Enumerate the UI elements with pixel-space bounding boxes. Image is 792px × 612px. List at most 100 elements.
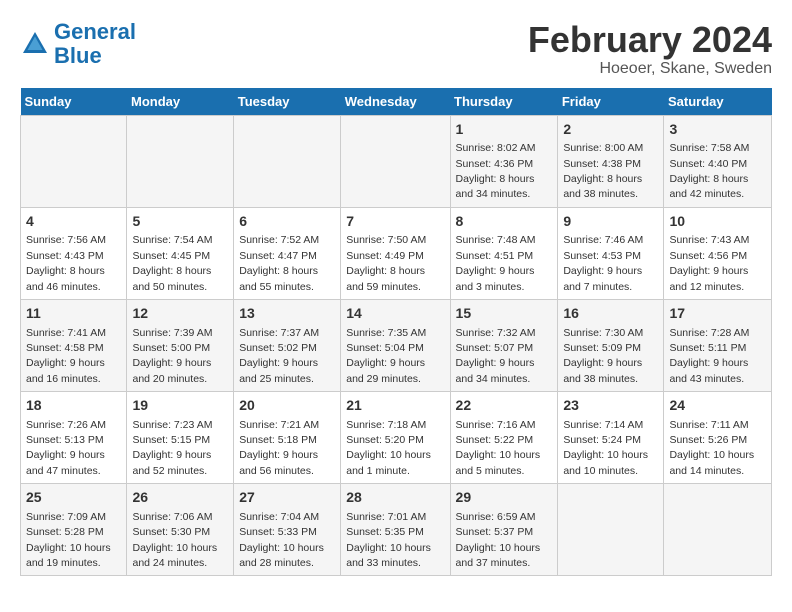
day-info: Sunrise: 7:16 AMSunset: 5:22 PMDaylight:… [456, 419, 541, 477]
calendar-cell: 20 Sunrise: 7:21 AMSunset: 5:18 PMDayligh… [234, 392, 341, 484]
day-info: Sunrise: 7:56 AMSunset: 4:43 PMDaylight:… [26, 234, 106, 292]
day-number: 11 [26, 304, 121, 324]
day-info: Sunrise: 7:06 AMSunset: 5:30 PMDaylight:… [132, 511, 217, 569]
day-info: Sunrise: 7:50 AMSunset: 4:49 PMDaylight:… [346, 234, 426, 292]
day-number: 7 [346, 212, 444, 232]
day-number: 17 [669, 304, 766, 324]
day-number: 26 [132, 488, 228, 508]
day-number: 28 [346, 488, 444, 508]
calendar-cell: 26 Sunrise: 7:06 AMSunset: 5:30 PMDayligh… [127, 484, 234, 576]
calendar-cell: 24Sunrise: 7:11 AMSunset: 5:26 PMDayligh… [664, 392, 772, 484]
day-info: Sunrise: 8:00 AMSunset: 4:38 PMDaylight:… [563, 142, 643, 200]
logo-text: General Blue [54, 20, 136, 68]
weekday-header: Sunday [21, 88, 127, 116]
day-info: Sunrise: 7:23 AMSunset: 5:15 PMDaylight:… [132, 419, 212, 477]
page-title: February 2024 [528, 20, 772, 60]
day-number: 14 [346, 304, 444, 324]
day-info: Sunrise: 7:14 AMSunset: 5:24 PMDaylight:… [563, 419, 648, 477]
page-subtitle: Hoeoer, Skane, Sweden [528, 60, 772, 78]
calendar-cell: 29 Sunrise: 6:59 AMSunset: 5:37 PMDayligh… [450, 484, 558, 576]
calendar-cell: 8Sunrise: 7:48 AMSunset: 4:51 PMDaylight… [450, 207, 558, 299]
calendar-cell [341, 115, 450, 207]
calendar-cell [234, 115, 341, 207]
day-number: 15 [456, 304, 553, 324]
logo-icon [20, 29, 50, 59]
day-number: 18 [26, 396, 121, 416]
calendar-cell: 2Sunrise: 8:00 AMSunset: 4:38 PMDaylight… [558, 115, 664, 207]
calendar-week-row: 18 Sunrise: 7:26 AMSunset: 5:13 PMDayligh… [21, 392, 772, 484]
weekday-header: Tuesday [234, 88, 341, 116]
day-number: 3 [669, 120, 766, 140]
day-info: Sunrise: 7:11 AMSunset: 5:26 PMDaylight:… [669, 419, 754, 477]
calendar-cell [558, 484, 664, 576]
weekday-header: Friday [558, 88, 664, 116]
calendar-cell: 28 Sunrise: 7:01 AMSunset: 5:35 PMDayligh… [341, 484, 450, 576]
day-number: 10 [669, 212, 766, 232]
calendar-cell: 9Sunrise: 7:46 AMSunset: 4:53 PMDaylight… [558, 207, 664, 299]
calendar-cell: 17 Sunrise: 7:28 AMSunset: 5:11 PMDayligh… [664, 299, 772, 391]
day-info: Sunrise: 7:54 AMSunset: 4:45 PMDaylight:… [132, 234, 212, 292]
calendar-cell: 14 Sunrise: 7:35 AMSunset: 5:04 PMDayligh… [341, 299, 450, 391]
day-number: 20 [239, 396, 335, 416]
weekday-header: Monday [127, 88, 234, 116]
calendar-cell: 7Sunrise: 7:50 AMSunset: 4:49 PMDaylight… [341, 207, 450, 299]
calendar-cell: 27 Sunrise: 7:04 AMSunset: 5:33 PMDayligh… [234, 484, 341, 576]
day-number: 21 [346, 396, 444, 416]
day-number: 4 [26, 212, 121, 232]
day-info: Sunrise: 8:02 AMSunset: 4:36 PMDaylight:… [456, 142, 536, 200]
header: General Blue February 2024 Hoeoer, Skane… [20, 20, 772, 78]
calendar-cell [127, 115, 234, 207]
calendar-table: SundayMondayTuesdayWednesdayThursdayFrid… [20, 88, 772, 577]
day-number: 6 [239, 212, 335, 232]
day-info: Sunrise: 7:52 AMSunset: 4:47 PMDaylight:… [239, 234, 319, 292]
calendar-cell: 21 Sunrise: 7:18 AMSunset: 5:20 PMDayligh… [341, 392, 450, 484]
calendar-cell: 5Sunrise: 7:54 AMSunset: 4:45 PMDaylight… [127, 207, 234, 299]
logo-line1: General [54, 19, 136, 44]
day-number: 9 [563, 212, 658, 232]
weekday-header-row: SundayMondayTuesdayWednesdayThursdayFrid… [21, 88, 772, 116]
day-info: Sunrise: 7:58 AMSunset: 4:40 PMDaylight:… [669, 142, 749, 200]
day-number: 13 [239, 304, 335, 324]
day-info: Sunrise: 7:21 AMSunset: 5:18 PMDaylight:… [239, 419, 319, 477]
day-number: 16 [563, 304, 658, 324]
day-info: Sunrise: 7:18 AMSunset: 5:20 PMDaylight:… [346, 419, 431, 477]
day-number: 12 [132, 304, 228, 324]
calendar-cell: 23 Sunrise: 7:14 AMSunset: 5:24 PMDayligh… [558, 392, 664, 484]
title-block: February 2024 Hoeoer, Skane, Sweden [528, 20, 772, 78]
calendar-cell: 12 Sunrise: 7:39 AMSunset: 5:00 PMDayligh… [127, 299, 234, 391]
calendar-cell: 18 Sunrise: 7:26 AMSunset: 5:13 PMDayligh… [21, 392, 127, 484]
day-info: Sunrise: 7:28 AMSunset: 5:11 PMDaylight:… [669, 327, 749, 385]
day-info: Sunrise: 7:39 AMSunset: 5:00 PMDaylight:… [132, 327, 212, 385]
calendar-week-row: 1Sunrise: 8:02 AMSunset: 4:36 PMDaylight… [21, 115, 772, 207]
day-info: Sunrise: 7:04 AMSunset: 5:33 PMDaylight:… [239, 511, 324, 569]
calendar-cell: 1Sunrise: 8:02 AMSunset: 4:36 PMDaylight… [450, 115, 558, 207]
day-info: Sunrise: 7:37 AMSunset: 5:02 PMDaylight:… [239, 327, 319, 385]
day-number: 8 [456, 212, 553, 232]
calendar-week-row: 25 Sunrise: 7:09 AMSunset: 5:28 PMDayligh… [21, 484, 772, 576]
day-info: Sunrise: 6:59 AMSunset: 5:37 PMDaylight:… [456, 511, 541, 569]
day-number: 25 [26, 488, 121, 508]
calendar-cell: 19 Sunrise: 7:23 AMSunset: 5:15 PMDayligh… [127, 392, 234, 484]
day-number: 29 [456, 488, 553, 508]
day-info: Sunrise: 7:41 AMSunset: 4:58 PMDaylight:… [26, 327, 106, 385]
day-info: Sunrise: 7:09 AMSunset: 5:28 PMDaylight:… [26, 511, 111, 569]
day-number: 5 [132, 212, 228, 232]
day-info: Sunrise: 7:35 AMSunset: 5:04 PMDaylight:… [346, 327, 426, 385]
calendar-cell: 11 Sunrise: 7:41 AMSunset: 4:58 PMDayligh… [21, 299, 127, 391]
day-number: 19 [132, 396, 228, 416]
logo-line2: Blue [54, 43, 102, 68]
day-info: Sunrise: 7:43 AMSunset: 4:56 PMDaylight:… [669, 234, 749, 292]
calendar-cell: 3Sunrise: 7:58 AMSunset: 4:40 PMDaylight… [664, 115, 772, 207]
day-number: 1 [456, 120, 553, 140]
day-number: 27 [239, 488, 335, 508]
calendar-cell [21, 115, 127, 207]
day-info: Sunrise: 7:26 AMSunset: 5:13 PMDaylight:… [26, 419, 106, 477]
calendar-cell: 16Sunrise: 7:30 AMSunset: 5:09 PMDayligh… [558, 299, 664, 391]
day-info: Sunrise: 7:01 AMSunset: 5:35 PMDaylight:… [346, 511, 431, 569]
day-info: Sunrise: 7:46 AMSunset: 4:53 PMDaylight:… [563, 234, 643, 292]
logo: General Blue [20, 20, 136, 68]
calendar-cell: 22Sunrise: 7:16 AMSunset: 5:22 PMDayligh… [450, 392, 558, 484]
calendar-cell [664, 484, 772, 576]
weekday-header: Wednesday [341, 88, 450, 116]
day-number: 23 [563, 396, 658, 416]
